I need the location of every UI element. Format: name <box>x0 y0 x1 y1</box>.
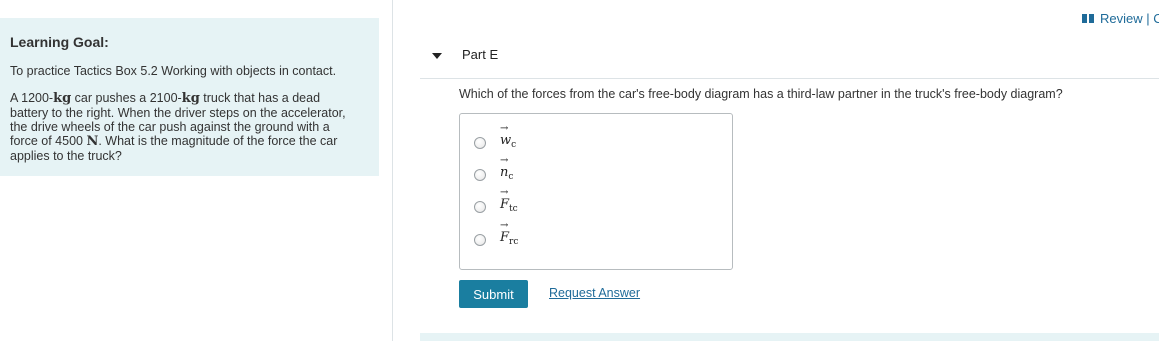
part-title: Part E <box>462 47 499 62</box>
vector-symbol: F <box>500 187 509 212</box>
problem-text-2: car pushes a 2100- <box>71 91 182 105</box>
option-label: wc <box>500 123 517 150</box>
caret-down-icon[interactable] <box>432 53 442 59</box>
question-text: Which of the forces from the car's free-… <box>459 87 1063 101</box>
review-label: Review | C <box>1100 11 1159 26</box>
part-header[interactable]: Part E <box>420 44 1159 79</box>
learning-goal-panel: Learning Goal: To practice Tactics Box 5… <box>0 18 379 176</box>
radio-button[interactable] <box>474 234 486 246</box>
vector-subscript: c <box>508 172 514 182</box>
learning-goal-title: Learning Goal: <box>10 34 109 50</box>
next-part-strip <box>420 333 1159 341</box>
vector-subscript: rc <box>509 237 519 247</box>
option-label: nc <box>500 155 514 182</box>
review-link[interactable]: Review | C <box>1082 11 1159 26</box>
vector-subscript: c <box>511 140 517 150</box>
review-icon <box>1082 14 1094 23</box>
vector-symbol: F <box>500 220 509 245</box>
answer-options: wc nc Ftc Frc <box>459 113 733 270</box>
radio-button[interactable] <box>474 169 486 181</box>
option-label: Frc <box>500 220 519 247</box>
learning-goal-problem: A 1200-kg car pushes a 2100-kg truck tha… <box>10 91 359 163</box>
vector-symbol: w <box>500 123 511 148</box>
vector-subscript: tc <box>509 204 518 214</box>
request-answer-link[interactable]: Request Answer <box>549 286 640 300</box>
vector-symbol: n <box>500 155 509 180</box>
submit-button[interactable]: Submit <box>459 280 528 308</box>
unit-kg: kg <box>181 91 200 106</box>
learning-goal-intro: To practice Tactics Box 5.2 Working with… <box>10 64 337 78</box>
unit-kg: kg <box>53 91 72 106</box>
radio-button[interactable] <box>474 201 486 213</box>
option-label: Ftc <box>500 187 518 214</box>
radio-button[interactable] <box>474 137 486 149</box>
problem-text-1: A 1200- <box>10 91 54 105</box>
unit-newton: N <box>86 134 99 149</box>
column-divider <box>392 0 393 341</box>
